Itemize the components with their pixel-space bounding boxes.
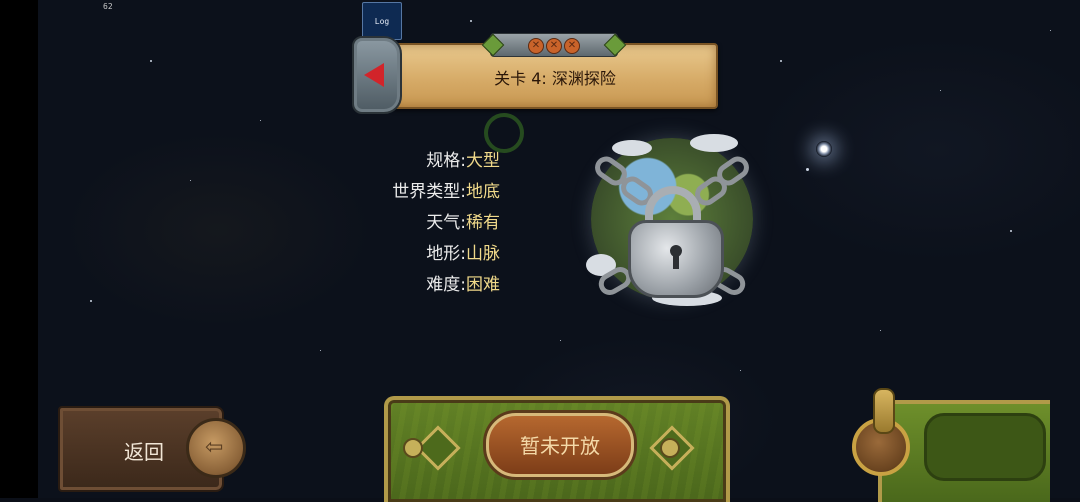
info-value: 稀有 [466,213,500,233]
info-value: 大型 [466,151,500,171]
star [190,180,191,181]
bright-star [816,141,832,157]
empty-star-icon: ✕ [546,38,562,54]
star [560,340,561,341]
info-row-world-type: 世界类型:地底 [380,177,500,202]
info-label: 规格: [426,151,466,171]
info-label: 地形: [426,244,466,264]
info-row-weather: 天气:稀有 [380,208,500,233]
padlock-icon [628,220,724,298]
rivet-icon [403,438,423,458]
info-value: 山脉 [466,244,500,264]
fps-counter: 62 [103,2,113,11]
info-label: 天气: [426,213,466,233]
start-button-label: 暂未开放 [520,434,600,458]
info-row-size: 规格:大型 [380,146,500,171]
left-arrow-icon [364,63,384,87]
stars-rating-bar: ✕ ✕ ✕ [481,33,627,57]
start-button[interactable]: 暂未开放 [486,413,634,477]
rivet-icon [660,438,680,458]
info-row-terrain: 地形:山脉 [380,239,500,264]
right-knob-handle[interactable] [873,388,895,434]
empty-star-icon: ✕ [564,38,580,54]
previous-level-button[interactable] [352,36,402,114]
back-arrow-icon: ⇦ [205,435,224,460]
empty-star-icon: ✕ [528,38,544,54]
star [320,350,321,351]
star [780,60,782,62]
right-panel-slot[interactable] [924,413,1046,481]
info-row-difficulty: 难度:困难 [380,270,500,295]
info-label: 世界类型: [392,182,466,202]
info-value: 地底 [466,182,500,202]
star [806,168,809,171]
star [150,60,152,62]
star [940,90,941,91]
info-label: 难度: [426,275,466,295]
star [740,370,741,371]
loading-ring-icon [484,113,524,153]
star [1010,230,1012,232]
star [90,300,92,302]
keyhole-slot [673,253,679,269]
level-title: 关卡 4: 深渊探险 [494,69,616,88]
star [260,120,261,121]
star [470,20,472,22]
back-knob[interactable]: ⇦ [186,418,246,478]
info-value: 困难 [466,275,500,295]
screen-left-bezel [0,0,38,498]
star [1050,30,1051,31]
back-button-label: 返回 [124,440,164,464]
cloud [612,140,652,156]
cloud [690,134,738,152]
log-button[interactable]: Log [362,2,402,40]
star [880,330,881,331]
